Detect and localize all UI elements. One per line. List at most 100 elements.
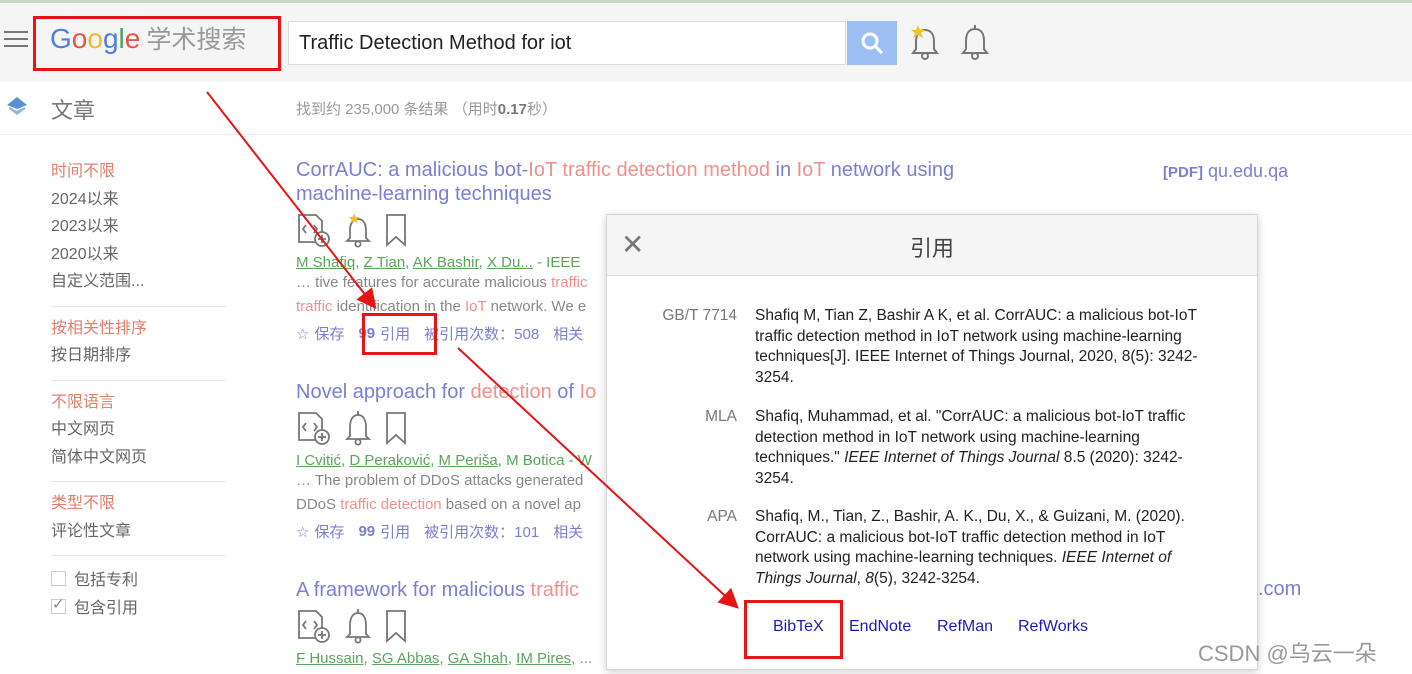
include-citations-checkbox[interactable]: 包含引用 bbox=[51, 592, 226, 620]
filter-sidebar: 时间不限 2024以来 2023以来 2020以来 自定义范围... 按相关性排… bbox=[51, 158, 226, 620]
sort-by-relevance[interactable]: 按相关性排序 bbox=[51, 315, 226, 343]
filter-time-any[interactable]: 时间不限 bbox=[51, 158, 226, 186]
bookmark-icon[interactable] bbox=[384, 608, 408, 644]
citation-text[interactable]: Shafiq M, Tian Z, Bashir A K, et al. Cor… bbox=[755, 306, 1207, 388]
citation-style-label: GB/T 7714 bbox=[662, 307, 737, 324]
author-link[interactable]: GA Shah bbox=[448, 650, 508, 667]
author-link[interactable]: I Cvitić bbox=[296, 452, 341, 469]
hamburger-menu-icon[interactable] bbox=[4, 31, 28, 51]
bookmark-icon[interactable] bbox=[384, 410, 408, 446]
code-add-icon[interactable] bbox=[296, 410, 332, 446]
citation-text[interactable]: Shafiq, M., Tian, Z., Bashir, A. K., Du,… bbox=[755, 507, 1207, 589]
title-text: of bbox=[551, 381, 580, 403]
author-suffix: - IEEE bbox=[532, 254, 581, 271]
filter-custom-range[interactable]: 自定义范围... bbox=[51, 268, 226, 296]
author-link[interactable]: M Periša bbox=[439, 452, 498, 469]
cite-button[interactable]: 99 引用 bbox=[358, 323, 410, 344]
cite-dialog: ✕ 引用 GB/T 7714 Shafiq M, Tian Z, Bashir … bbox=[606, 214, 1258, 670]
filter-since-2023[interactable]: 2023以来 bbox=[51, 213, 226, 241]
bell-star-icon[interactable] bbox=[342, 212, 374, 248]
bibtex-link[interactable]: BibTeX bbox=[773, 618, 824, 636]
include-citations-label: 包含引用 bbox=[74, 600, 139, 617]
code-add-icon[interactable] bbox=[296, 212, 332, 248]
logo-letter: e bbox=[124, 23, 141, 54]
sidebar-divider bbox=[51, 555, 226, 556]
author-link[interactable]: Z Tian bbox=[364, 254, 406, 271]
author-link[interactable]: F Hussain bbox=[296, 650, 364, 667]
snippet-text: DDoS bbox=[296, 496, 341, 513]
refworks-link[interactable]: RefWorks bbox=[1018, 618, 1088, 636]
star-icon: ☆ bbox=[296, 325, 310, 343]
include-patents-checkbox[interactable]: 包括专利 bbox=[51, 564, 226, 592]
pdf-tag-label: [PDF] bbox=[1163, 164, 1203, 181]
filter-since-2020[interactable]: 2020以来 bbox=[51, 241, 226, 269]
pdf-link[interactable]: [PDF] qu.edu.qa bbox=[1163, 161, 1288, 182]
author-link[interactable]: X Du... bbox=[487, 254, 533, 271]
section-title: 文章 bbox=[51, 98, 96, 123]
author-link[interactable]: D Peraković bbox=[349, 452, 430, 469]
refman-link[interactable]: RefMan bbox=[937, 618, 993, 636]
author-link[interactable]: SG Abbas bbox=[372, 650, 440, 667]
result-time-value: 0.17 bbox=[497, 101, 527, 118]
sidebar-divider bbox=[51, 305, 226, 307]
citation-style-label: MLA bbox=[705, 408, 737, 425]
csdn-watermark: CSDN @乌云一朵 bbox=[1198, 641, 1377, 666]
filter-any-language[interactable]: 不限语言 bbox=[51, 389, 226, 417]
title-highlight: IoT bbox=[796, 159, 826, 181]
author-link[interactable]: M Shafiq bbox=[296, 254, 355, 271]
filter-chinese-pages[interactable]: 中文网页 bbox=[51, 416, 226, 444]
title-text: in bbox=[769, 159, 797, 181]
bell-star-icon[interactable] bbox=[908, 24, 942, 60]
author-link[interactable]: AK Bashir bbox=[413, 254, 479, 271]
filter-review-articles[interactable]: 评论性文章 bbox=[51, 518, 226, 546]
bell-icon[interactable] bbox=[960, 24, 990, 60]
citation-text[interactable]: Shafiq, Muhammad, et al. "CorrAUC: a mal… bbox=[755, 407, 1207, 489]
filter-simplified-chinese[interactable]: 简体中文网页 bbox=[51, 444, 226, 472]
checkbox-box-checked bbox=[51, 595, 66, 614]
cited-by-link[interactable]: 被引用次数：508 bbox=[424, 323, 539, 344]
cite-button[interactable]: 99 引用 bbox=[358, 521, 410, 542]
search-input[interactable]: Traffic Detection Method for iot bbox=[288, 21, 846, 65]
dialog-title: 引用 bbox=[909, 236, 954, 261]
endnote-link[interactable]: EndNote bbox=[849, 618, 911, 636]
sort-by-date[interactable]: 按日期排序 bbox=[51, 342, 226, 370]
save-button[interactable]: ☆ 保存 bbox=[296, 323, 344, 344]
citation-volume: 8 bbox=[865, 569, 874, 587]
title-highlight: traffic detection method bbox=[562, 159, 770, 181]
bookmark-icon[interactable] bbox=[384, 212, 408, 248]
snippet-text: network. We e bbox=[486, 298, 587, 315]
snippet-text: … tive features for accurate malicious bbox=[296, 274, 552, 291]
result-count: 找到约 235,000 条结果 （用时0.17秒） bbox=[296, 98, 557, 119]
logo-letter: G bbox=[50, 23, 72, 54]
code-add-icon[interactable] bbox=[296, 608, 332, 644]
cite-label: 引用 bbox=[380, 524, 411, 541]
filter-since-2024[interactable]: 2024以来 bbox=[51, 186, 226, 214]
author-link[interactable]: IM Pires bbox=[516, 650, 571, 667]
google-scholar-logo[interactable]: Google 学术搜索 bbox=[50, 20, 246, 56]
author-suffix: , ... bbox=[571, 650, 593, 667]
citation-part: (5), 3242-3254. bbox=[873, 569, 980, 587]
star-icon: ☆ bbox=[296, 523, 310, 541]
logo-suffix: 学术搜索 bbox=[146, 26, 247, 54]
checkbox-box bbox=[51, 570, 66, 586]
pdf-domain: qu.edu.qa bbox=[1208, 161, 1289, 181]
search-button[interactable] bbox=[847, 21, 897, 65]
snippet-text: … The problem of DDoS attacks generated bbox=[296, 472, 584, 489]
bell-icon[interactable] bbox=[342, 608, 374, 644]
title-text: CorrAUC: a malicious bot- bbox=[296, 159, 529, 181]
related-link[interactable]: 相关 bbox=[553, 323, 583, 344]
sidebar-divider bbox=[51, 481, 226, 482]
bell-icon[interactable] bbox=[342, 410, 374, 446]
result-time-post: 秒） bbox=[526, 101, 557, 118]
snippet-text: identification in the bbox=[332, 298, 465, 315]
title-highlight: IoT bbox=[528, 159, 557, 181]
filter-any-type[interactable]: 类型不限 bbox=[51, 490, 226, 518]
include-patents-label: 包括专利 bbox=[74, 572, 139, 589]
cite-label: 引用 bbox=[380, 326, 411, 343]
result-3-source-link[interactable]: .com bbox=[1258, 578, 1301, 601]
result-title[interactable]: CorrAUC: a malicious bot-IoT traffic det… bbox=[296, 158, 1016, 206]
cited-by-link[interactable]: 被引用次数：101 bbox=[424, 521, 539, 542]
related-link[interactable]: 相关 bbox=[553, 521, 583, 542]
save-button[interactable]: ☆ 保存 bbox=[296, 521, 344, 542]
snippet-highlight: traffic detection bbox=[340, 496, 442, 513]
